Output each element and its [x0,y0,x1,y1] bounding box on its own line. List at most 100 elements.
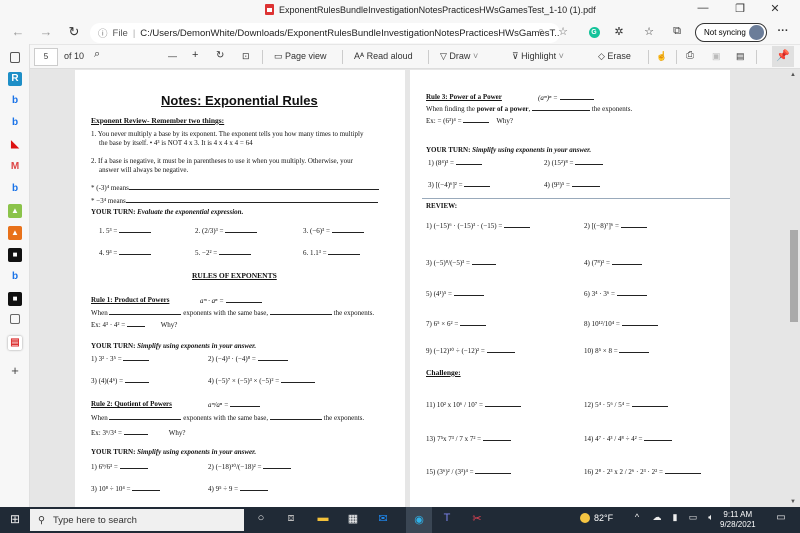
microphone-icon[interactable]: ▮ [666,512,684,523]
close-button[interactable]: ✕ [760,2,790,15]
answer-blank[interactable] [475,467,512,474]
answer-blank[interactable] [269,413,322,420]
tab-r-icon[interactable]: R [8,72,22,86]
answer-blank[interactable] [486,346,515,353]
page-view-button[interactable]: ▭ Page view [274,51,327,62]
answer-blank[interactable] [119,226,152,233]
tab-classroom-icon[interactable]: ▲ [8,204,22,218]
answer-blank[interactable] [619,346,650,353]
save-icon[interactable]: ▣ [712,51,721,62]
answer-blank[interactable] [109,308,182,315]
more-menu-button[interactable]: ··· [774,25,792,37]
answer-blank[interactable] [123,428,148,435]
answer-blank[interactable] [331,226,364,233]
volume-icon[interactable]: 🔈︎ [702,512,720,523]
answer-blank[interactable] [571,180,600,187]
tab-orange-app-icon[interactable]: ▲ [8,226,22,240]
refresh-button[interactable]: ↻ [64,24,84,40]
tab-bing-icon[interactable]: b [8,94,22,108]
system-clock[interactable]: 9:11 AM 9/28/2021 [720,510,756,530]
answer-blank[interactable] [225,226,258,233]
answer-blank[interactable] [455,158,482,165]
tab-gmail-icon[interactable]: M [8,160,22,174]
fit-page-icon[interactable]: ⊡ [242,51,250,62]
answer-blank[interactable] [482,434,511,441]
tab-actions-icon[interactable] [10,52,20,63]
answer-blank[interactable] [119,462,148,469]
favorite-star-icon[interactable]: ☆ [554,25,572,38]
answer-blank[interactable] [119,248,152,255]
file-explorer-icon[interactable]: ▬ [314,512,332,524]
answer-blank[interactable] [125,196,378,203]
tab-bing-icon[interactable]: b [8,116,22,130]
windows-start-icon[interactable]: ⊞ [6,512,24,526]
answer-blank[interactable] [132,484,161,491]
answer-blank[interactable] [504,221,531,228]
answer-blank[interactable] [128,183,379,190]
answer-blank[interactable] [280,376,315,383]
draw-button[interactable]: ▽ Draw ˅ [440,51,478,62]
notifications-icon[interactable]: ▭ [772,512,790,523]
tab-bing-icon[interactable]: b [8,182,22,196]
answer-blank[interactable] [263,462,292,469]
site-info-icon[interactable]: ⓘ [98,26,108,40]
answer-blank[interactable] [123,354,150,361]
answer-blank[interactable] [239,484,268,491]
answer-blank[interactable] [620,221,647,228]
answer-blank[interactable] [124,376,149,383]
search-icon[interactable]: ⌕ [94,48,100,61]
answer-blank[interactable] [219,248,251,255]
grammarly-extension-icon[interactable]: G [585,25,603,38]
tab-black-app-icon[interactable]: ■ [8,248,22,262]
answer-blank[interactable] [328,248,361,255]
answer-blank[interactable] [230,400,261,407]
answer-blank[interactable] [621,319,658,326]
touch-write-icon[interactable]: ☝ [656,51,667,62]
answer-blank[interactable] [257,354,288,361]
scrollbar-thumb[interactable] [790,230,798,322]
answer-blank[interactable] [471,258,496,265]
answer-blank[interactable] [631,400,668,407]
favorites-list-icon[interactable]: ☆ [640,25,658,38]
minimize-button[interactable]: — [688,2,718,14]
microsoft-store-icon[interactable]: ▦ [344,512,362,525]
highlight-button[interactable]: ⊽ Highlight ˅ [512,51,564,62]
zoom-page-icon[interactable]: ⌕ [532,25,550,38]
print-icon[interactable]: ⎙ [686,50,694,61]
tab-bing-icon[interactable]: b [8,270,22,284]
profile-sync-button[interactable]: Not syncing [695,23,767,42]
answer-blank[interactable] [453,289,484,296]
tab-black-app-icon[interactable]: ■ [8,292,22,306]
answer-blank[interactable] [464,180,491,187]
answer-blank[interactable] [532,104,591,111]
answer-blank[interactable] [460,319,487,326]
battery-icon[interactable]: ▭ [684,512,702,523]
answer-blank[interactable] [664,467,701,474]
address-bar[interactable]: ⓘ File | C:/Users/DemonWhite/Downloads/E… [90,23,560,43]
page-number-input[interactable]: 5 [34,48,58,66]
mail-icon[interactable]: ✉ [374,512,392,525]
forward-button[interactable]: → [36,24,56,39]
taskbar-search-box[interactable]: ⚲ Type here to search [30,509,244,531]
answer-blank[interactable] [269,308,332,315]
erase-button[interactable]: ◇ Erase [598,51,631,62]
collections-icon[interactable]: ⧉ [668,25,686,38]
answer-blank[interactable] [126,320,145,327]
answer-blank[interactable] [109,413,182,420]
scroll-down-arrow[interactable]: ▼ [790,499,796,505]
answer-blank[interactable] [463,116,490,123]
task-view-icon[interactable]: ⧈ [282,512,300,525]
cortana-icon[interactable]: ○ [252,512,270,524]
extensions-puzzle-icon[interactable]: ✲ [610,25,628,38]
answer-blank[interactable] [225,296,262,303]
edge-browser-icon[interactable]: ◉ [406,507,432,533]
url-text[interactable]: C:/Users/DemonWhite/Downloads/ExponentRu… [140,28,560,39]
weather-widget[interactable]: 82°F [580,513,613,523]
back-button[interactable]: ← [8,24,28,39]
answer-blank[interactable] [611,258,642,265]
teams-icon[interactable]: T [438,512,456,524]
read-aloud-button[interactable]: Aᴬ Read aloud [354,51,413,61]
zoom-in-button[interactable]: + [192,49,198,61]
vertical-scrollbar[interactable]: ▲ ▼ [788,70,800,507]
tab-pdf-active-icon[interactable]: ▤ [8,336,22,350]
